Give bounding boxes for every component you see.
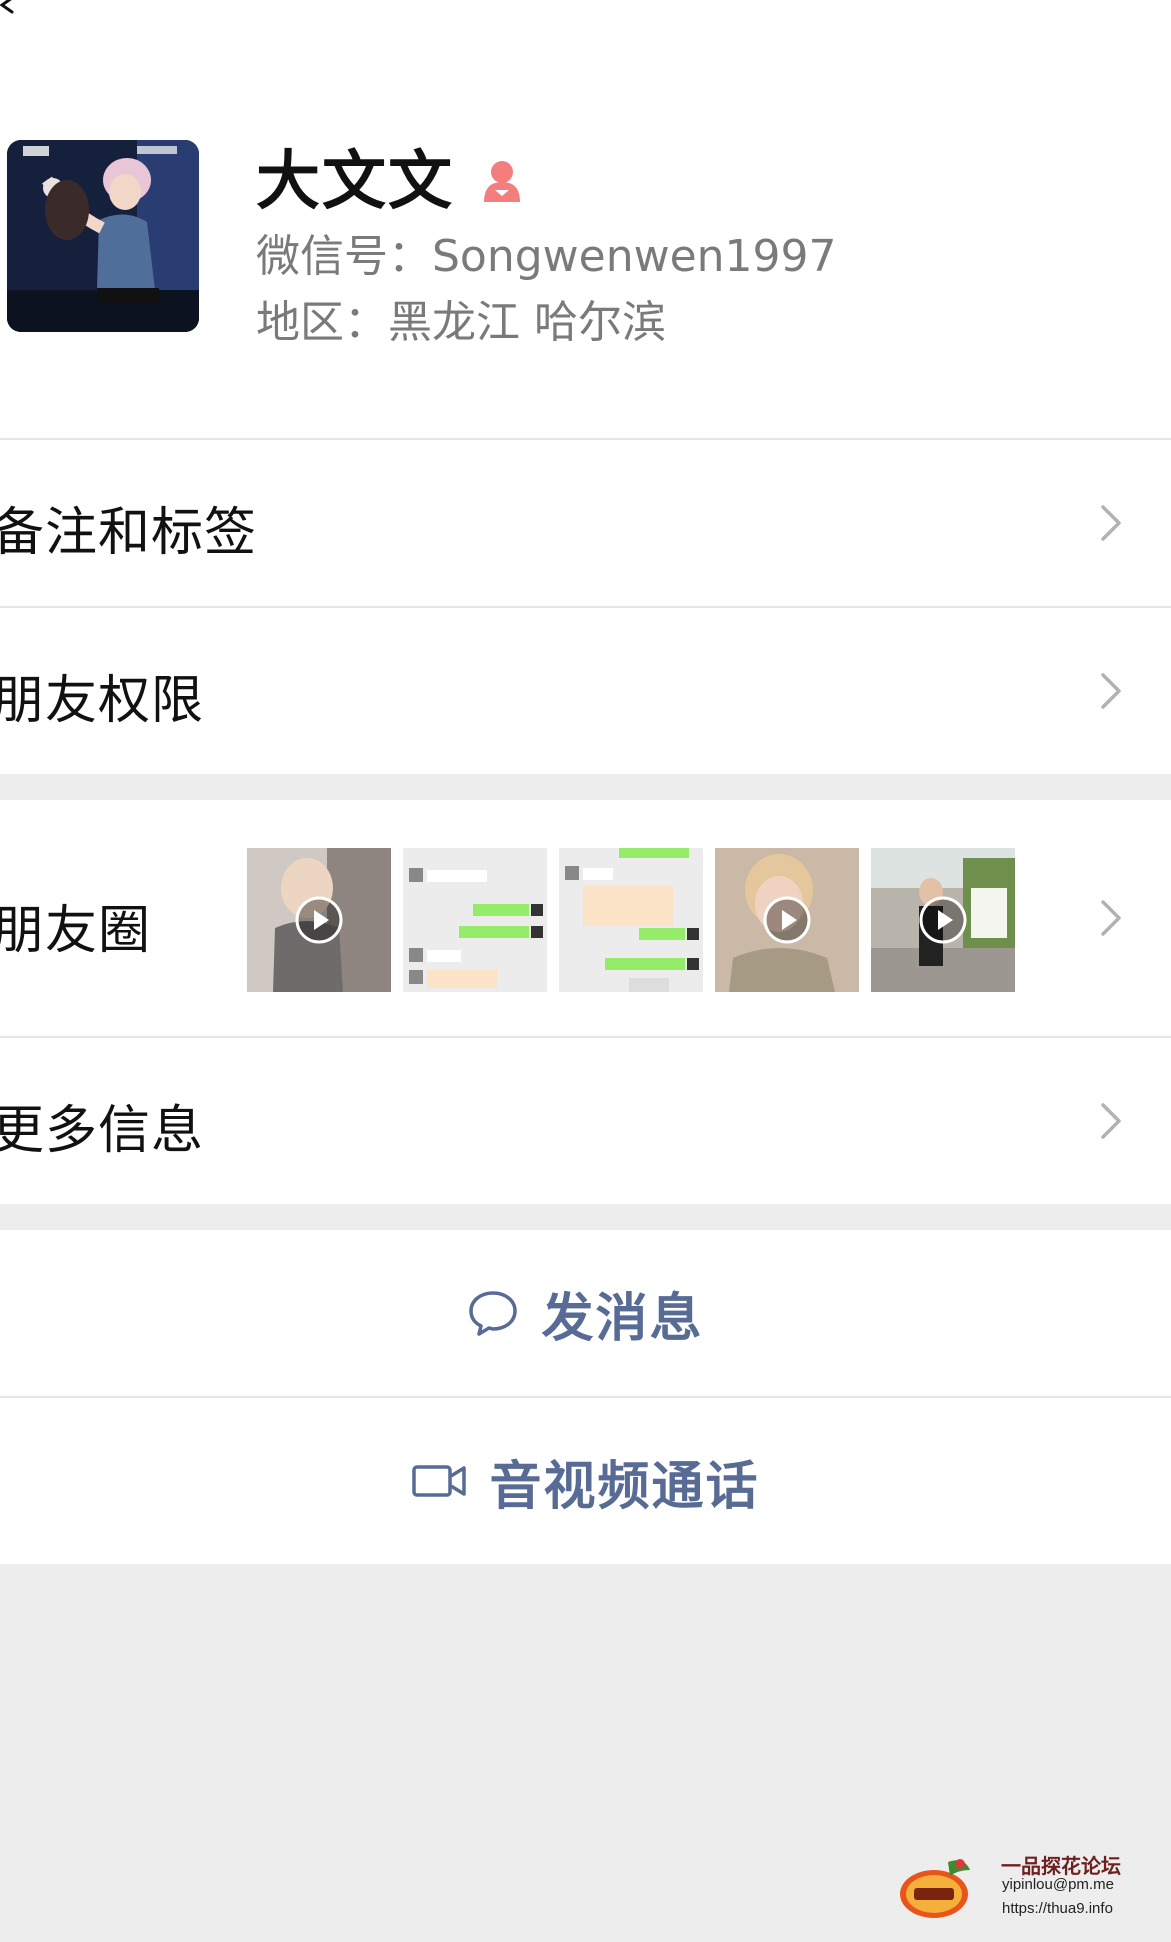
moments-thumb-video[interactable] <box>247 848 391 992</box>
friend-permissions-label: 朋友权限 <box>0 671 205 731</box>
watermark: 一品探花论坛 yipinlou@pm.me https://thua9.info <box>898 1850 1160 1930</box>
video-camera-icon <box>412 1465 467 1497</box>
wechat-id: 微信号：Songwenwen1997 <box>256 231 837 282</box>
play-icon <box>295 896 343 944</box>
chevron-right-icon <box>1101 900 1121 936</box>
chevron-right-icon <box>1101 505 1121 541</box>
moments-thumb-video[interactable] <box>871 848 1015 992</box>
av-call-button[interactable]: 音视频通话 <box>0 1398 1171 1564</box>
profile-name: 大文文 <box>256 145 454 219</box>
remarks-tags-label: 备注和标签 <box>0 503 258 563</box>
chevron-right-icon <box>1101 673 1121 709</box>
chevron-right-icon <box>1101 1103 1121 1139</box>
moments-thumbnails <box>247 848 1015 992</box>
watermark-email: yipinlou@pm.me <box>1002 1876 1114 1893</box>
site-logo <box>900 1859 970 1918</box>
moments-row[interactable]: 朋友圈 <box>0 800 1171 1036</box>
play-icon <box>919 896 967 944</box>
nav-bar <box>0 0 1171 110</box>
watermark-title: 一品探花论坛 <box>1001 1854 1121 1878</box>
send-message-button[interactable]: 发消息 <box>0 1230 1171 1396</box>
more-info-row[interactable]: 更多信息 <box>0 1038 1171 1204</box>
remarks-tags-row[interactable]: 备注和标签 <box>0 440 1171 606</box>
chevron-left-icon[interactable] <box>0 0 24 24</box>
avatar[interactable] <box>7 140 199 332</box>
send-message-label: 发消息 <box>541 1288 704 1349</box>
chat-bubble-icon <box>469 1291 518 1336</box>
friend-permissions-row[interactable]: 朋友权限 <box>0 608 1171 774</box>
more-info-label: 更多信息 <box>0 1101 205 1161</box>
play-icon <box>763 896 811 944</box>
profile-header: 大文文 微信号：Songwenwen1997 地区：黑龙江 哈尔滨 <box>0 110 1171 438</box>
moments-thumb-chat[interactable] <box>403 848 547 992</box>
region: 地区：黑龙江 哈尔滨 <box>256 297 666 348</box>
female-icon <box>484 161 520 202</box>
moments-label: 朋友圈 <box>0 901 152 961</box>
av-call-label: 音视频通话 <box>489 1456 760 1517</box>
watermark-url: https://thua9.info <box>1002 1900 1113 1917</box>
moments-thumb-video[interactable] <box>715 848 859 992</box>
moments-thumb-chat[interactable] <box>559 848 703 992</box>
